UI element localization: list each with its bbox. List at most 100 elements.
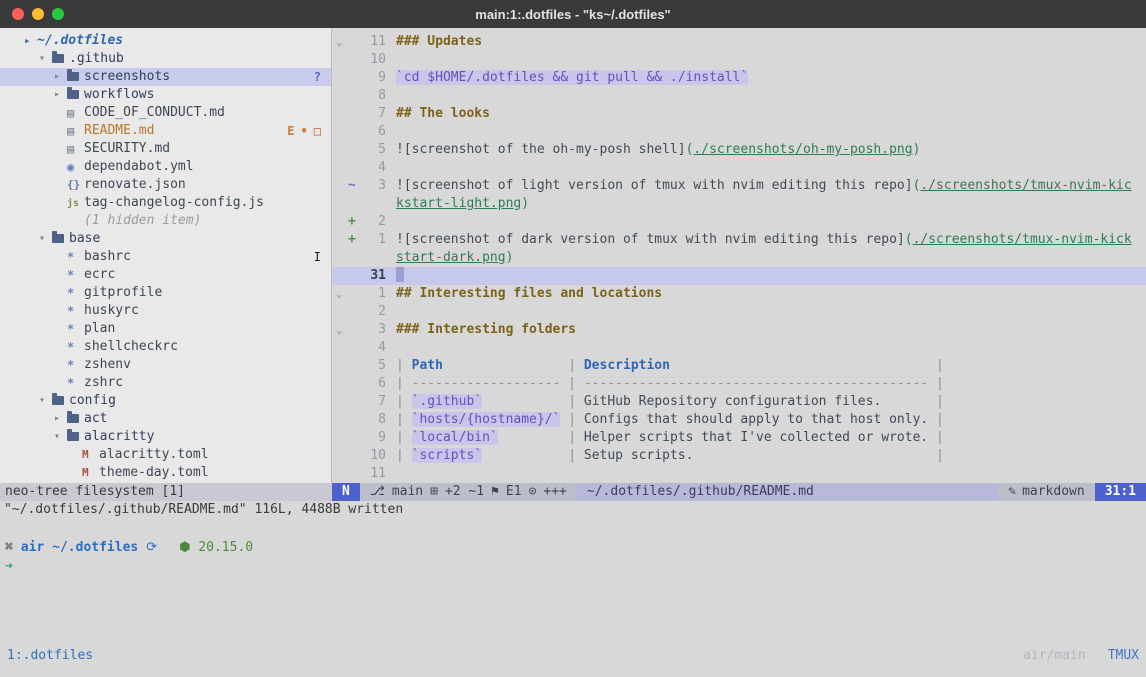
tree-item-security-md[interactable]: ▤SECURITY.md bbox=[0, 140, 331, 158]
editor-line[interactable]: ⌄3### Interesting folders bbox=[332, 321, 1146, 339]
editor-line[interactable]: ⌄ 1 ## Interesting files and locations bbox=[332, 285, 1146, 303]
tree-item-shellcheckrc[interactable]: *shellcheckrc bbox=[0, 338, 331, 356]
hunks-stats: +++ bbox=[543, 483, 566, 501]
tmux-window-name[interactable]: 1:.dotfiles bbox=[7, 647, 93, 665]
expander-icon[interactable]: ▾ bbox=[39, 230, 52, 248]
tree-item-dotfiles[interactable]: ▸~/.dotfiles bbox=[0, 32, 331, 50]
tree-item-act[interactable]: ▸act bbox=[0, 410, 331, 428]
tree-item-alacritty[interactable]: ▾ alacritty bbox=[0, 428, 331, 446]
expander-icon[interactable]: ▾ bbox=[39, 392, 52, 410]
editor-line[interactable]: 7 | `.github` | GitHub Repository configu… bbox=[332, 393, 1146, 411]
tree-item-bashrc[interactable]: *bashrcI bbox=[0, 248, 331, 266]
tree-item-gitprofile[interactable]: *gitprofile bbox=[0, 284, 331, 302]
editor-line[interactable]: 11 bbox=[332, 465, 1146, 483]
line-number: 1 bbox=[358, 285, 386, 303]
editor-line[interactable]: 5![screenshot of the oh-my-posh shell](.… bbox=[332, 141, 1146, 159]
line-number: 11 bbox=[358, 33, 386, 51]
text-segment-link: ./screenshots/tmux-nvim-kick bbox=[913, 232, 1132, 247]
tree-item-label: bashrc bbox=[84, 248, 131, 266]
tree-item-code-of-conduct-md[interactable]: ▤CODE_OF_CONDUCT.md bbox=[0, 104, 331, 122]
tree-item-label: plan bbox=[84, 320, 115, 338]
tree-item-dependabot-yml[interactable]: ◉dependabot.yml bbox=[0, 158, 331, 176]
git-sign: + bbox=[348, 213, 358, 231]
tree-item-screenshots[interactable]: ▸screenshots? bbox=[0, 68, 331, 86]
text-segment-pipe: | bbox=[396, 412, 412, 427]
line-text: | `.github` | GitHub Repository configur… bbox=[396, 393, 1146, 411]
editor-line[interactable]: kstart-light.png) bbox=[332, 195, 1146, 213]
line-number: 4 bbox=[358, 159, 386, 177]
editor-line[interactable]: 9`cd $HOME/.dotfiles && git pull && ./in… bbox=[332, 69, 1146, 87]
text-segment-sp bbox=[881, 394, 928, 409]
close-button[interactable] bbox=[12, 8, 24, 20]
expander-icon[interactable]: ▸ bbox=[54, 68, 67, 86]
line-number: 10 bbox=[358, 51, 386, 69]
tree-item-zshenv[interactable]: *zshenv bbox=[0, 356, 331, 374]
text-segment-link: kstart-light.png bbox=[396, 196, 521, 211]
line-number: 7 bbox=[358, 393, 386, 411]
fold-icon[interactable]: ⌄ bbox=[336, 33, 348, 51]
editor-line-current[interactable]: 31 bbox=[332, 267, 1146, 285]
editor-line[interactable]: 7## The looks bbox=[332, 105, 1146, 123]
tree-item-zshrc[interactable]: *zshrc bbox=[0, 374, 331, 392]
window-titlebar[interactable]: main:1:.dotfiles - "ks~/.dotfiles" bbox=[0, 0, 1146, 28]
zoom-button[interactable] bbox=[52, 8, 64, 20]
braces-file-icon: {} bbox=[67, 178, 80, 191]
editor-pane[interactable]: ⌄11### Updates109`cd $HOME/.dotfiles && … bbox=[332, 28, 1146, 483]
editor-line[interactable]: ⌄ 11 ### Updates bbox=[332, 33, 1146, 51]
shell-prompt: ⌘ air ~/.dotfiles ⟳ ⬢ 20.15.0 bbox=[5, 539, 253, 557]
expander-icon[interactable]: ▾ bbox=[39, 50, 52, 68]
tree-item-plan[interactable]: *plan bbox=[0, 320, 331, 338]
tmux-session-name: air/main bbox=[1023, 647, 1086, 665]
editor-line[interactable]: +2 bbox=[332, 213, 1146, 231]
editor-line[interactable]: 6| ------------------- | ---------------… bbox=[332, 375, 1146, 393]
editor-line[interactable]: +1![screenshot of dark version of tmux w… bbox=[332, 231, 1146, 249]
editor-line[interactable]: 2 bbox=[332, 303, 1146, 321]
tree-item-marks: E•□ bbox=[287, 122, 321, 140]
tree-item-label: gitprofile bbox=[84, 284, 162, 302]
editor-line[interactable]: 4 bbox=[332, 159, 1146, 177]
editor-line[interactable]: 8| `hosts/{hostname}/` | Configs that sh… bbox=[332, 411, 1146, 429]
tree-item-ecrc[interactable]: *ecrc bbox=[0, 266, 331, 284]
line-number: 8 bbox=[358, 87, 386, 105]
tree-item-theme-day-toml[interactable]: Mtheme-day.toml bbox=[0, 464, 331, 482]
editor-line[interactable]: 8 bbox=[332, 87, 1146, 105]
line-text: ### Updates bbox=[396, 33, 1146, 51]
git-sync-icon: ⟳ bbox=[146, 539, 157, 557]
expander-icon[interactable]: ▾ bbox=[54, 428, 67, 446]
tree-item-config[interactable]: ▾config bbox=[0, 392, 331, 410]
editor-line[interactable]: 9| `local/bin` | Helper scripts that I'v… bbox=[332, 429, 1146, 447]
expander-icon[interactable]: ▸ bbox=[54, 86, 67, 104]
editor-line[interactable]: 5| Path | Description | bbox=[332, 357, 1146, 375]
fold-icon[interactable]: ⌄ bbox=[336, 321, 348, 339]
tree-item-workflows[interactable]: ▸workflows bbox=[0, 86, 331, 104]
tree-item-1-hidden-item[interactable]: (1 hidden item) bbox=[0, 212, 331, 230]
tree-item-alacritty-toml[interactable]: Malacritty.toml bbox=[0, 446, 331, 464]
doc-file-icon: ▤ bbox=[67, 142, 74, 156]
tree-item-label: alacritty bbox=[84, 428, 154, 446]
folder-icon bbox=[52, 54, 64, 63]
line-number: 1 bbox=[358, 231, 386, 249]
fold-icon[interactable]: ⌄ bbox=[336, 285, 348, 303]
expander-icon[interactable]: ▸ bbox=[54, 410, 67, 428]
editor-line[interactable]: ~3![screenshot of light version of tmux … bbox=[332, 177, 1146, 195]
line-number: 5 bbox=[358, 141, 386, 159]
git-untracked-badge: ? bbox=[314, 68, 321, 86]
minimize-button[interactable] bbox=[32, 8, 44, 20]
tree-item-readme-md[interactable]: ▤README.mdE•□ bbox=[0, 122, 331, 140]
tree-item-huskyrc[interactable]: *huskyrc bbox=[0, 302, 331, 320]
editor-line[interactable]: 6 bbox=[332, 123, 1146, 141]
text-segment-h: ## Interesting files and locations bbox=[396, 286, 662, 301]
line-text: start-dark.png) bbox=[396, 249, 1146, 267]
expander-icon[interactable]: ▸ bbox=[24, 32, 37, 50]
editor-line[interactable]: 10| `scripts` | Setup scripts. | bbox=[332, 447, 1146, 465]
editor-line[interactable]: start-dark.png) bbox=[332, 249, 1146, 267]
text-segment-txt: ![screenshot of light version of tmux wi… bbox=[396, 178, 913, 193]
tree-item-base[interactable]: ▾base bbox=[0, 230, 331, 248]
editor-line[interactable]: 4 bbox=[332, 339, 1146, 357]
tree-item-tag-changelog-config-js[interactable]: jstag-changelog-config.js bbox=[0, 194, 331, 212]
star-file-icon: * bbox=[67, 250, 74, 264]
git-branch: main bbox=[392, 483, 423, 501]
editor-line[interactable]: 10 bbox=[332, 51, 1146, 69]
tree-item-renovate-json[interactable]: {}renovate.json bbox=[0, 176, 331, 194]
tree-item-github[interactable]: ▾.github bbox=[0, 50, 331, 68]
